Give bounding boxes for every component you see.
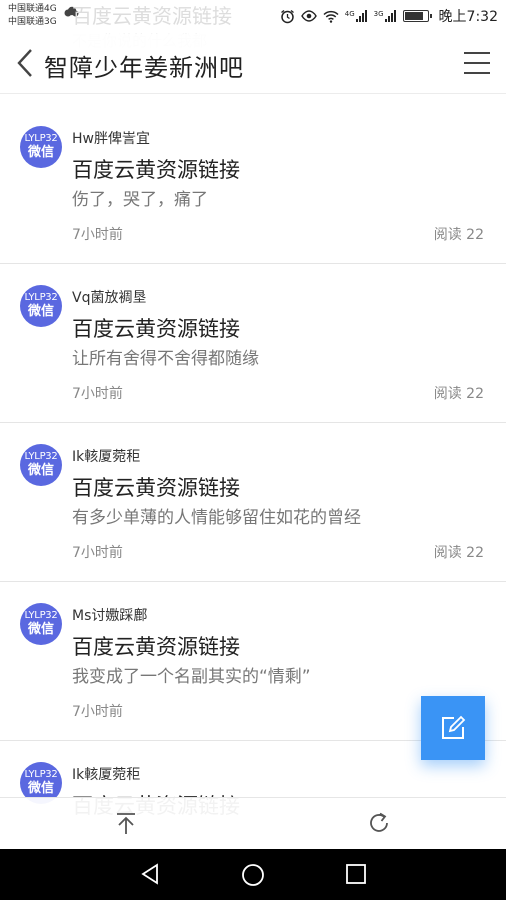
nav-home-button[interactable] xyxy=(240,862,266,892)
edit-icon xyxy=(442,715,466,739)
nav-back-button[interactable] xyxy=(138,862,162,890)
post-snippet: 我变成了一个名副其实的“情剩” xyxy=(72,667,311,687)
post-username[interactable]: Ms讨嫐踩鄜 xyxy=(72,605,147,625)
avatar[interactable]: LYLP32 微信 xyxy=(20,126,62,168)
system-nav-bar xyxy=(0,849,506,900)
square-recents-icon xyxy=(346,864,366,884)
battery-icon xyxy=(402,10,432,22)
avatar-text-line2: 微信 xyxy=(27,145,54,160)
menu-button[interactable] xyxy=(462,50,492,76)
post-read-count: 阅读 22 xyxy=(433,386,484,402)
triangle-back-icon xyxy=(141,863,158,885)
circle-home-icon xyxy=(242,864,264,886)
avatar[interactable]: LYLP32 微信 xyxy=(20,444,62,486)
signal-icon-2 xyxy=(384,10,396,22)
hamburger-icon xyxy=(464,52,490,74)
avatar-text-line1: LYLP32 xyxy=(24,133,58,144)
post-username[interactable]: Vq菌放裯垦 xyxy=(72,287,146,307)
refresh-button[interactable] xyxy=(366,810,392,840)
post-item[interactable]: LYLP32 微信 Vq菌放裯垦 百度云黄资源链接 让所有舍得不舍得都随缘 7小… xyxy=(0,264,506,423)
post-username[interactable]: Ik輆厦菀秬 xyxy=(72,446,140,466)
post-title[interactable]: 百度云黄资源链接 xyxy=(72,154,240,184)
nav-recents-button[interactable] xyxy=(345,863,367,889)
post-time: 7小时前 xyxy=(72,545,123,561)
avatar-text-line1: LYLP32 xyxy=(24,292,58,303)
wifi-icon xyxy=(323,10,339,23)
carrier-line-1: 中国联通4G xyxy=(8,4,57,14)
post-read-count: 阅读 22 xyxy=(433,545,484,561)
refresh-icon xyxy=(370,812,388,832)
avatar-text-line1: LYLP32 xyxy=(24,610,58,621)
back-button[interactable] xyxy=(10,46,40,80)
avatar-text-line2: 微信 xyxy=(27,304,54,319)
chevron-left-icon xyxy=(17,49,32,77)
carrier-line-2: 中国联通3G xyxy=(8,17,57,27)
forum-header: 智障少年姜新洲吧 xyxy=(0,34,506,94)
status-bar: 中国联通4G 中国联通3G 4G 3G 晚上7:32 xyxy=(0,0,506,34)
scroll-to-top-button[interactable] xyxy=(114,812,138,840)
post-time: 7小时前 xyxy=(72,227,123,243)
avatar[interactable]: LYLP32 微信 xyxy=(20,603,62,645)
status-icons: 4G 3G 晚上7:32 xyxy=(280,7,498,25)
post-snippet: 伤了，哭了，痛了 xyxy=(72,190,208,210)
avatar[interactable]: LYLP32 微信 xyxy=(20,285,62,327)
post-read-count: 阅读 22 xyxy=(433,227,484,243)
signal-icon-1 xyxy=(355,10,367,22)
avatar-text-line2: 微信 xyxy=(27,781,54,796)
post-title[interactable]: 百度云黄资源链接 xyxy=(72,313,240,343)
post-feed: LYLP32 微信 Hw胖俾訔宜 百度云黄资源链接 伤了，哭了，痛了 7小时前 … xyxy=(0,105,506,900)
post-item[interactable]: LYLP32 微信 Hw胖俾訔宜 百度云黄资源链接 伤了，哭了，痛了 7小时前 … xyxy=(0,105,506,264)
network-type-1: 4G xyxy=(344,10,355,18)
avatar-text-line1: LYLP32 xyxy=(24,769,58,780)
network-type-2: 3G xyxy=(373,10,384,18)
avatar-text-line1: LYLP32 xyxy=(24,451,58,462)
post-time: 7小时前 xyxy=(72,386,123,402)
clock: 晚上7:32 xyxy=(438,9,498,25)
eye-comfort-icon xyxy=(300,10,317,22)
arrow-up-icon xyxy=(117,813,135,834)
post-username[interactable]: Ik輆厦菀秬 xyxy=(72,764,140,784)
post-snippet: 有多少单薄的人情能够留住如花的曾经 xyxy=(72,508,361,528)
post-item[interactable]: LYLP32 微信 Ik輆厦菀秬 百度云黄资源链接 有多少单薄的人情能够留住如花… xyxy=(0,423,506,582)
post-time: 7小时前 xyxy=(72,704,123,720)
alarm-icon xyxy=(280,9,294,23)
post-username[interactable]: Hw胖俾訔宜 xyxy=(72,128,150,148)
post-title[interactable]: 百度云黄资源链接 xyxy=(72,631,240,661)
carrier-info: 中国联通4G 中国联通3G xyxy=(8,3,57,29)
compose-post-button[interactable] xyxy=(421,696,485,760)
post-snippet: 让所有舍得不舍得都随缘 xyxy=(72,349,259,369)
page-title: 智障少年姜新洲吧 xyxy=(44,54,244,82)
avatar-text-line2: 微信 xyxy=(27,622,54,637)
weather-cloud-icon xyxy=(64,6,79,17)
bottom-toolbar xyxy=(0,797,506,849)
post-title[interactable]: 百度云黄资源链接 xyxy=(72,472,240,502)
avatar-text-line2: 微信 xyxy=(27,463,54,478)
